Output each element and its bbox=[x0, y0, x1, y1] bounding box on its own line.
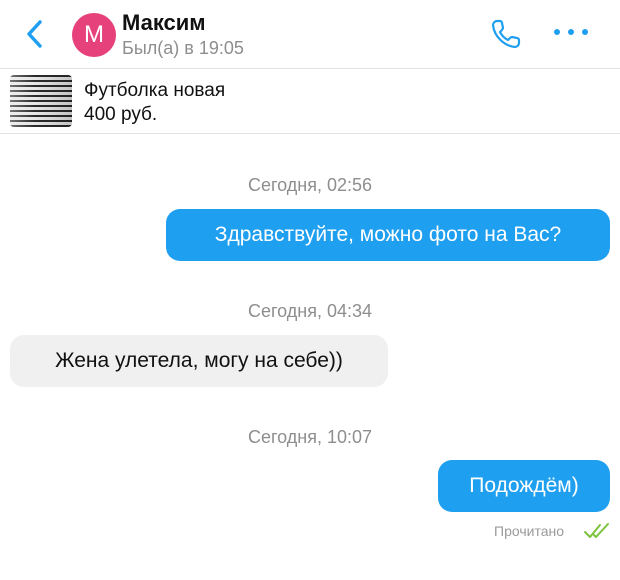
double-check-icon bbox=[584, 523, 609, 538]
phone-icon[interactable] bbox=[488, 16, 524, 52]
more-dots-icon[interactable] bbox=[548, 22, 594, 42]
read-receipt-label: Прочитано bbox=[494, 523, 564, 539]
contact-name: Максим bbox=[122, 10, 206, 35]
product-price: 400 руб. bbox=[84, 104, 158, 125]
message-timestamp: Сегодня, 10:07 bbox=[247, 427, 373, 447]
product-thumbnail[interactable] bbox=[10, 75, 72, 127]
outgoing-message[interactable]: Подождём) bbox=[438, 460, 610, 512]
product-title: Футболка новая bbox=[84, 80, 226, 101]
message-timestamp: Сегодня, 04:34 bbox=[247, 301, 373, 321]
last-seen-status: Был(а) в 19:05 bbox=[122, 38, 244, 58]
back-chevron-icon[interactable] bbox=[20, 16, 50, 52]
incoming-message[interactable]: Жена улетела, могу на себе)) bbox=[10, 335, 388, 387]
message-timestamp: Сегодня, 02:56 bbox=[247, 175, 373, 195]
product-card[interactable]: Футболка новая 400 руб. bbox=[0, 69, 620, 134]
outgoing-message[interactable]: Здравствуйте, можно фото на Вас? bbox=[166, 209, 610, 261]
avatar[interactable]: М bbox=[72, 13, 116, 57]
chat-header: М Максим Был(а) в 19:05 bbox=[0, 0, 620, 69]
